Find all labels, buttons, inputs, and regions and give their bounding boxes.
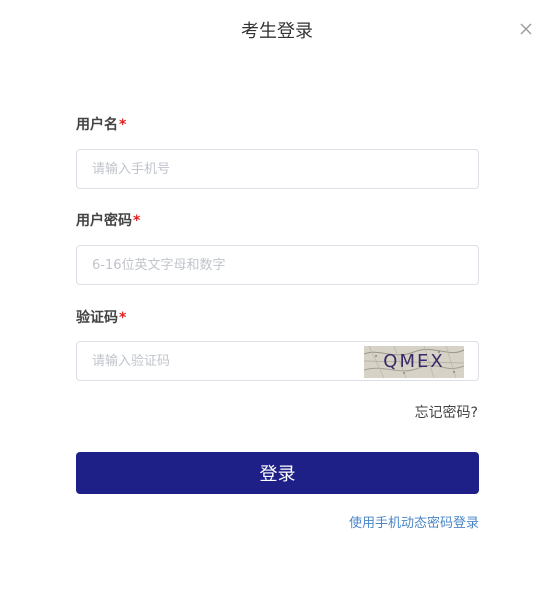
login-dialog: 考生登录 用户名* 用户密码* 验证码*: [0, 0, 554, 598]
login-button[interactable]: 登录: [76, 452, 479, 494]
sms-login-link[interactable]: 使用手机动态密码登录: [349, 515, 479, 533]
required-mark: *: [133, 213, 141, 229]
close-icon[interactable]: [518, 21, 534, 37]
password-label: 用户密码*: [76, 211, 140, 231]
password-input[interactable]: [77, 246, 478, 284]
captcha-label-text: 验证码: [76, 310, 118, 326]
password-field-box: [76, 245, 479, 285]
required-mark: *: [119, 310, 127, 326]
captcha-image[interactable]: QMEX: [364, 346, 464, 378]
captcha-label: 验证码*: [76, 308, 126, 328]
username-label: 用户名*: [76, 115, 126, 135]
forgot-password-link[interactable]: 忘记密码?: [415, 403, 478, 423]
captcha-text: QMEX: [383, 351, 445, 372]
username-label-text: 用户名: [76, 117, 118, 133]
dialog-title: 考生登录: [241, 21, 313, 42]
required-mark: *: [119, 117, 127, 133]
username-input[interactable]: [77, 150, 478, 188]
captcha-input[interactable]: [77, 342, 357, 380]
captcha-field-box: QMEX: [76, 341, 479, 381]
password-label-text: 用户密码: [76, 213, 132, 229]
username-field-box: [76, 149, 479, 189]
